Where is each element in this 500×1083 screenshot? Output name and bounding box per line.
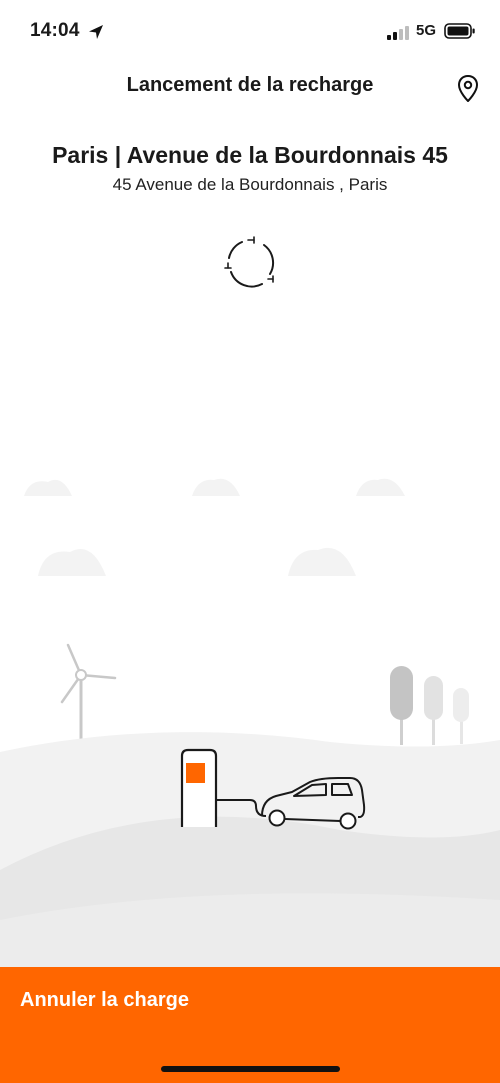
status-time: 14:04 xyxy=(30,20,80,41)
cancel-charge-label: Annuler la charge xyxy=(20,989,189,1011)
home-indicator xyxy=(161,1066,340,1072)
cancel-charge-button[interactable]: Annuler la charge xyxy=(0,967,500,1083)
station-name: Paris | Avenue de la Bourdonnais 45 xyxy=(52,142,448,168)
station-address: 45 Avenue de la Bourdonnais , Paris xyxy=(112,175,388,194)
wind-turbine-icon xyxy=(60,643,117,750)
map-pin-icon[interactable] xyxy=(456,74,480,104)
location-arrow-icon xyxy=(89,25,103,39)
ev-charging-landscape-illustration xyxy=(0,478,500,970)
page-title: Lancement de la recharge xyxy=(126,74,374,96)
status-bar: 14:04 5G xyxy=(0,0,500,60)
network-label: 5G xyxy=(416,22,437,39)
battery-icon xyxy=(444,23,475,39)
signal-icon xyxy=(387,26,409,40)
charging-plug-spinner-icon xyxy=(224,236,275,288)
